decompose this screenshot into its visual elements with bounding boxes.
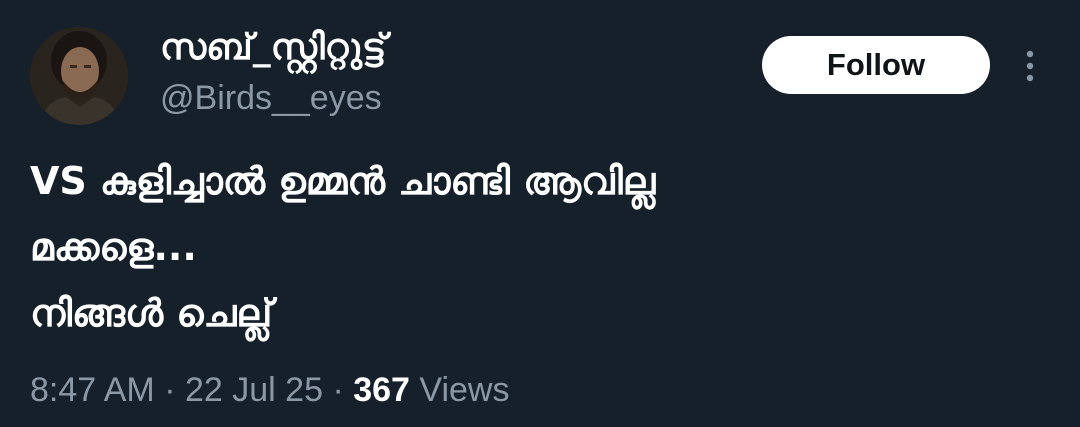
avatar[interactable] bbox=[30, 27, 128, 125]
tweet-card: സബ്_സ്റ്റിറ്റുട്ട് @Birds__eyes Follow V… bbox=[0, 0, 1080, 427]
tweet-text: VS കുളിച്ചാൽ ഉമ്മൻ ചാണ്ടി ആവില്ല മക്കളെ.… bbox=[30, 148, 1030, 346]
views-label: Views bbox=[419, 371, 510, 409]
avatar-portrait-icon bbox=[30, 27, 128, 125]
tweet-text-line: നിങ്ങൾ ചെല്ല് bbox=[30, 291, 273, 335]
tweet-text-line: VS കുളിച്ചാൽ ഉമ്മൻ ചാണ്ടി ആവില്ല bbox=[30, 159, 656, 203]
more-vertical-icon[interactable] bbox=[1018, 48, 1042, 84]
meta-separator: · bbox=[332, 371, 344, 409]
follow-button[interactable]: Follow bbox=[762, 36, 990, 94]
views-count: 367 bbox=[353, 371, 410, 409]
meta-separator: · bbox=[164, 371, 176, 409]
tweet-time[interactable]: 8:47 AM bbox=[30, 371, 155, 409]
author-handle[interactable]: @Birds__eyes bbox=[160, 76, 382, 120]
tweet-text-line: മക്കളെ... bbox=[30, 225, 197, 269]
tweet-date[interactable]: 22 Jul 25 bbox=[185, 371, 323, 409]
tweet-meta: 8:47 AM · 22 Jul 25 · 367 Views bbox=[30, 366, 510, 414]
author-display-name[interactable]: സബ്_സ്റ്റിറ്റുട്ട് bbox=[160, 26, 386, 70]
